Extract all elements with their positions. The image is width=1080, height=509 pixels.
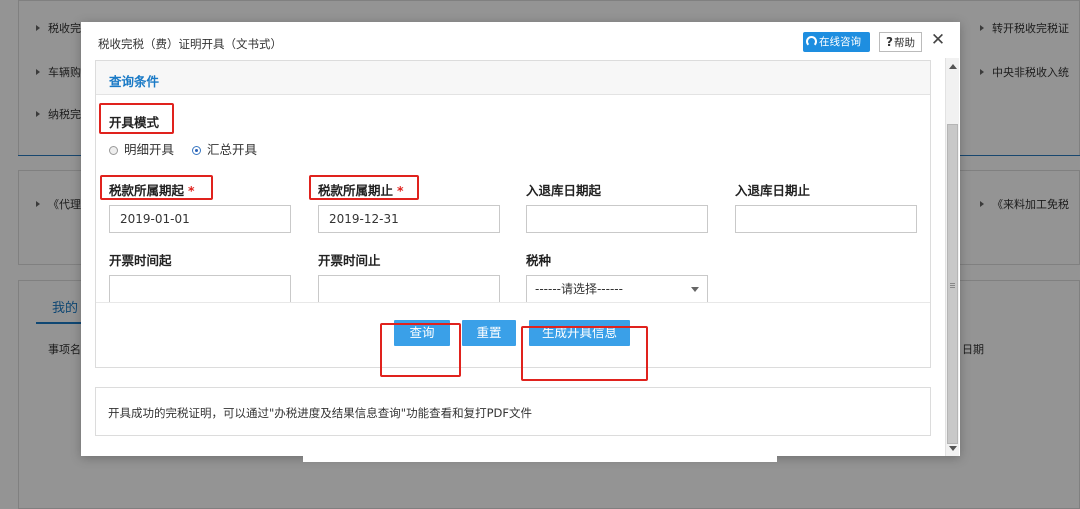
close-icon[interactable]: ✕ xyxy=(930,30,946,50)
scroll-thumb[interactable] xyxy=(947,124,958,444)
tax-type-selected: ------请选择------ xyxy=(535,282,623,296)
tax-type-select[interactable]: ------请选择------ xyxy=(526,275,708,303)
action-bar: 查询 重置 生成开具信息 xyxy=(96,302,930,367)
vertical-scrollbar[interactable] xyxy=(945,58,959,456)
tax-period-end-input[interactable]: 2019-12-31 xyxy=(318,205,500,233)
reset-button[interactable]: 重置 xyxy=(462,320,516,346)
storage-date-end-label: 入退库日期止 xyxy=(735,183,811,198)
chevron-down-icon xyxy=(691,287,699,292)
certificate-dialog: 税收完税（费）证明开具（文书式） 在线咨询 ?帮助 ✕ 查询条件 开具模式 明细… xyxy=(81,22,960,456)
storage-date-end-input[interactable] xyxy=(735,205,917,233)
radio-checked-icon xyxy=(192,146,201,155)
tax-period-end-label: 税款所属期止 * xyxy=(318,183,404,198)
query-header-title: 查询条件 xyxy=(109,74,160,89)
grip-icon xyxy=(950,283,955,284)
help-button[interactable]: ?帮助 xyxy=(879,32,922,52)
scroll-down-icon[interactable] xyxy=(949,446,957,451)
radio-detail[interactable]: 明细开具 xyxy=(109,139,174,158)
scroll-up-icon[interactable] xyxy=(949,64,957,69)
radio-summary[interactable]: 汇总开具 xyxy=(192,139,257,158)
help-label: 帮助 xyxy=(893,37,915,49)
query-conditions-panel: 查询条件 开具模式 明细开具 汇总开具 税款所属期起 * 税款所属期止 * 入退库日… xyxy=(95,60,931,381)
storage-date-start-input[interactable] xyxy=(526,205,708,233)
dialog-content: 查询条件 开具模式 明细开具 汇总开具 税款所属期起 * 税款所属期止 * 入退库日… xyxy=(81,58,960,456)
storage-date-start-label: 入退库日期起 xyxy=(526,183,602,198)
tax-period-start-input[interactable]: 2019-01-01 xyxy=(109,205,291,233)
invoice-time-end-label: 开票时间止 xyxy=(318,253,381,268)
question-icon: ? xyxy=(886,35,893,49)
query-button[interactable]: 查询 xyxy=(394,320,450,346)
invoice-time-start-label: 开票时间起 xyxy=(109,253,172,268)
required-mark: * xyxy=(397,183,404,198)
required-mark: * xyxy=(188,183,195,198)
online-consult-button[interactable]: 在线咨询 xyxy=(803,32,870,52)
mode-label: 开具模式 xyxy=(109,115,160,130)
dialog-bottom-strip xyxy=(303,456,777,462)
headset-icon xyxy=(806,36,817,47)
invoice-time-end-input[interactable] xyxy=(318,275,500,303)
generate-button[interactable]: 生成开具信息 xyxy=(529,320,630,346)
radio-unchecked-icon xyxy=(109,146,118,155)
tax-type-label: 税种 xyxy=(526,253,552,268)
tip-panel: 开具成功的完税证明，可以通过"办税进度及结果信息查询"功能查看和复打PDF文件 xyxy=(95,387,931,436)
dialog-title: 税收完税（费）证明开具（文书式） xyxy=(98,37,282,51)
tip-text: 开具成功的完税证明，可以通过"办税进度及结果信息查询"功能查看和复打PDF文件 xyxy=(108,406,532,420)
online-consult-label: 在线咨询 xyxy=(819,36,861,48)
tax-period-start-label: 税款所属期起 * xyxy=(109,183,195,198)
query-header: 查询条件 xyxy=(96,61,930,95)
invoice-time-start-input[interactable] xyxy=(109,275,291,303)
